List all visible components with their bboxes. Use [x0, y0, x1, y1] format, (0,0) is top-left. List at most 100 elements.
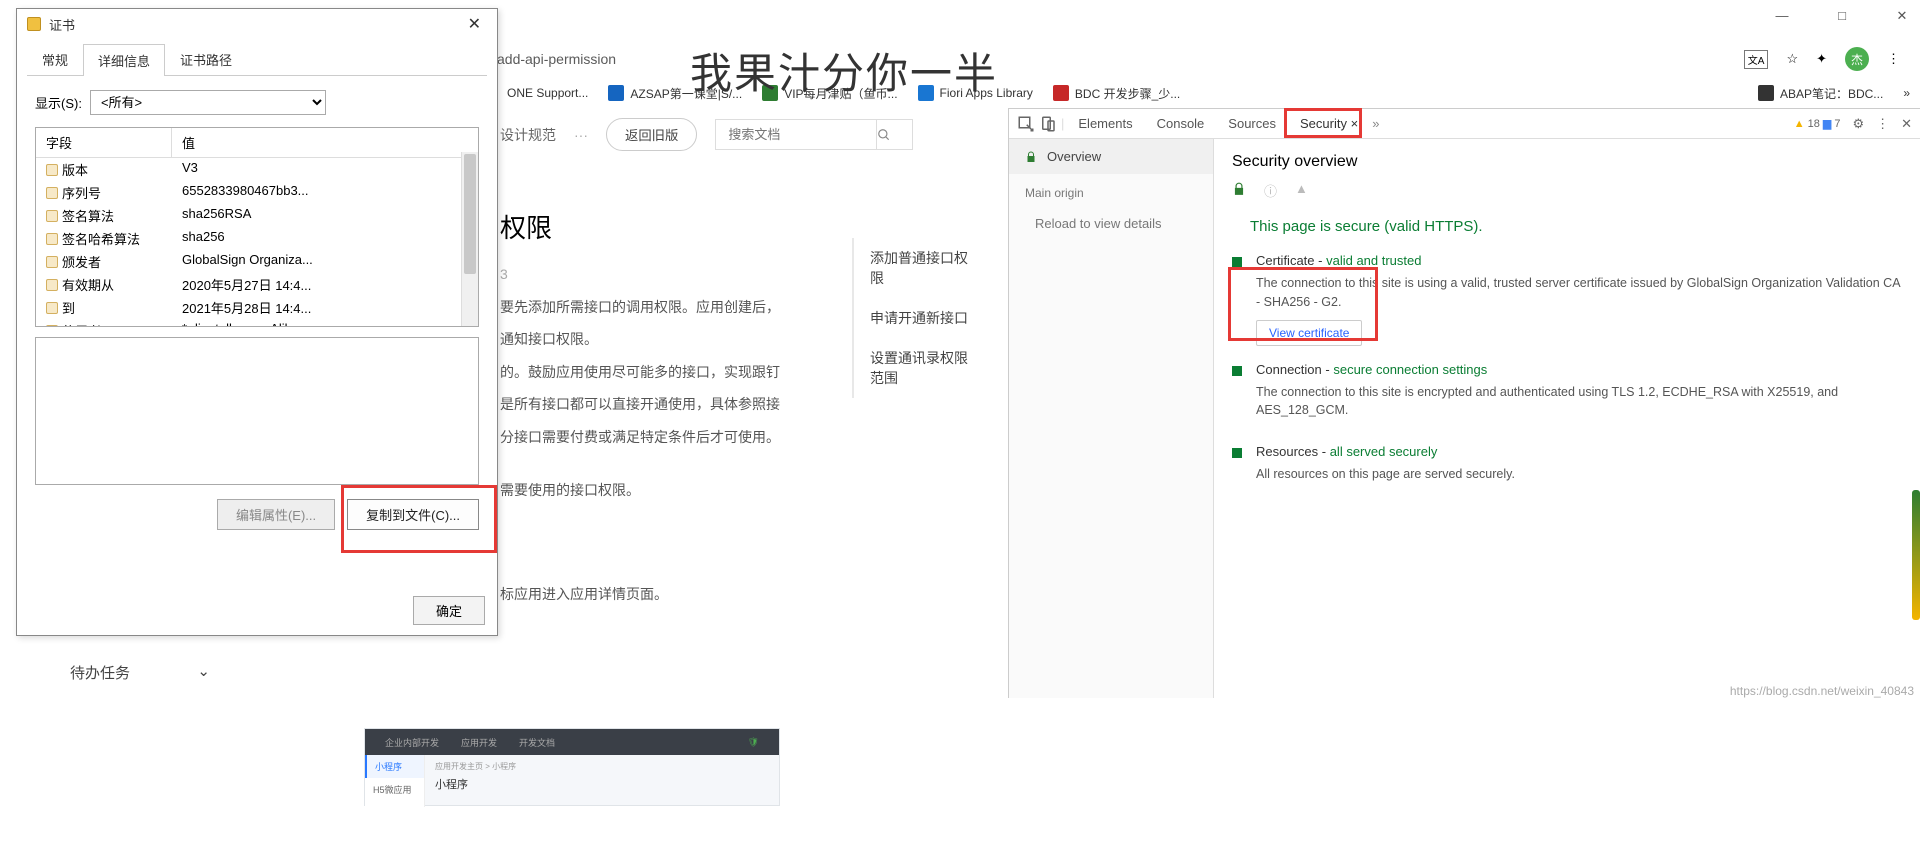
- show-filter-select[interactable]: <所有>: [90, 90, 326, 115]
- bookmark-item[interactable]: ABAP笔记：BDC...: [1758, 85, 1883, 102]
- inspect-icon[interactable]: [1017, 115, 1035, 133]
- field-row[interactable]: 使用者*.dingtalk.com, Alib...: [36, 319, 478, 327]
- extension-icon[interactable]: ✦: [1816, 51, 1827, 67]
- field-icon: [46, 325, 58, 328]
- tab-security[interactable]: Security ×: [1290, 110, 1368, 137]
- status-square-icon: [1232, 366, 1242, 376]
- field-row[interactable]: 签名算法sha256RSA: [36, 204, 478, 227]
- page-sub: 3: [500, 261, 800, 288]
- tab-spec[interactable]: 设计规范: [500, 125, 556, 145]
- toc-item[interactable]: 设置通讯录权限范围: [854, 338, 992, 398]
- tab-details[interactable]: 详细信息: [83, 44, 165, 76]
- para: 分接口需要付费或满足特定条件后才可使用。: [500, 424, 800, 451]
- field-icon: [46, 279, 58, 291]
- field-icon: [46, 256, 58, 268]
- col-value[interactable]: 值: [172, 128, 478, 157]
- edit-properties-button: 编辑属性(E)...: [217, 499, 335, 530]
- dialog-close-button[interactable]: ✕: [462, 14, 487, 34]
- close-icon[interactable]: ✕: [1901, 116, 1912, 132]
- main-origin-header: Main origin: [1009, 174, 1213, 206]
- tab-console[interactable]: Console: [1147, 110, 1215, 137]
- para: 的。鼓励应用使用尽可能多的接口，实现跟钉: [500, 359, 800, 386]
- field-icon: [46, 210, 58, 222]
- search-button[interactable]: [876, 120, 912, 149]
- tab-elements[interactable]: Elements: [1068, 110, 1142, 137]
- field-row[interactable]: 签名哈希算法sha256: [36, 227, 478, 250]
- field-row[interactable]: 序列号6552833980467bb3...: [36, 181, 478, 204]
- field-row[interactable]: 到2021年5月28日 14:4...: [36, 296, 478, 319]
- profile-avatar[interactable]: 杰: [1845, 47, 1869, 71]
- reload-item[interactable]: Reload to view details: [1009, 206, 1213, 241]
- bookmark-item[interactable]: BDC 开发步骤_少...: [1053, 85, 1180, 102]
- res-desc: All resources on this page are served se…: [1256, 465, 1902, 484]
- para: 要先添加所需接口的调用权限。应用创建后，: [500, 294, 800, 321]
- security-overview-item[interactable]: Overview: [1009, 139, 1213, 174]
- back-old-button[interactable]: 返回旧版: [606, 118, 697, 151]
- para: 需要使用的接口权限。: [500, 477, 800, 504]
- field-row[interactable]: 颁发者GlobalSign Organiza...: [36, 250, 478, 273]
- value-detail-box: [35, 337, 479, 485]
- doc-search-input[interactable]: [716, 120, 876, 149]
- para: 是所有接口都可以直接开通使用，具体参照接: [500, 391, 800, 418]
- toc-item[interactable]: 添加普通接口权限: [854, 238, 992, 298]
- toc: 添加普通接口权限 申请开通新接口 设置通讯录权限范围: [852, 238, 992, 398]
- toc-item[interactable]: 申请开通新接口: [854, 298, 992, 338]
- device-icon[interactable]: [1039, 115, 1057, 133]
- secure-status: This page is secure (valid HTTPS).: [1232, 218, 1902, 235]
- bookmarks-overflow-icon[interactable]: »: [1903, 86, 1910, 100]
- window-minimize[interactable]: —: [1772, 8, 1792, 24]
- status-square-icon: [1232, 448, 1242, 458]
- ok-button[interactable]: 确定: [413, 596, 485, 625]
- security-overview-title: Security overview: [1232, 153, 1902, 171]
- tab-close-icon[interactable]: ×: [1351, 116, 1359, 131]
- para: 标应用进入应用详情页面。: [500, 581, 800, 608]
- star-icon[interactable]: ☆: [1786, 51, 1798, 67]
- field-icon: [46, 164, 58, 176]
- embedded-screenshot: 企业内部开发应用开发开发文档 🛡 小程序 H5微应用 应用开发主页 > 小程序 …: [364, 728, 780, 806]
- watermark-text: 我果汁分你一半: [690, 40, 998, 101]
- annotation-box: [1228, 267, 1378, 341]
- field-row[interactable]: 版本V3: [36, 158, 478, 181]
- window-close[interactable]: ✕: [1892, 8, 1912, 24]
- sidebar-task[interactable]: 待办任务 ⌄: [20, 648, 260, 697]
- tab-path[interactable]: 证书路径: [165, 43, 247, 75]
- certificate-icon: [27, 17, 41, 31]
- translate-icon[interactable]: 文A: [1744, 50, 1769, 69]
- devtools-panel: | Elements Console Sources Security × » …: [1008, 108, 1920, 698]
- show-label: 显示(S):: [35, 93, 82, 112]
- window-maximize[interactable]: □: [1832, 8, 1852, 24]
- warning-icon: ▲: [1295, 181, 1308, 200]
- gear-icon[interactable]: ⚙: [1852, 116, 1864, 132]
- scrollbar-indicator: [1912, 490, 1920, 620]
- certificate-dialog: 证书 ✕ 常规 详细信息 证书路径 显示(S): <所有> 字段 值 版本V3序…: [16, 8, 498, 636]
- footer-url: https://blog.csdn.net/weixin_40843: [1730, 684, 1914, 698]
- warnings-badge[interactable]: ▲18 ▆7: [1794, 117, 1841, 130]
- scrollbar[interactable]: [461, 152, 478, 326]
- field-icon: [46, 233, 58, 245]
- lock-icon: [1232, 181, 1246, 200]
- search-icon: [877, 128, 891, 142]
- bookmark-item[interactable]: ONE Support...: [507, 86, 588, 100]
- shield-icon: 🛡: [748, 737, 759, 748]
- kebab-icon[interactable]: ⋮: [1876, 116, 1889, 132]
- dialog-title: 证书: [49, 15, 75, 34]
- lock-icon: [1025, 150, 1037, 164]
- tab-general[interactable]: 常规: [27, 43, 83, 75]
- conn-desc: The connection to this site is encrypted…: [1256, 383, 1902, 421]
- field-icon: [46, 187, 58, 199]
- kebab-icon[interactable]: ⋮: [1887, 51, 1900, 67]
- chevron-down-icon: ⌄: [197, 662, 210, 683]
- fields-table: 字段 值 版本V3序列号6552833980467bb3...签名算法sha25…: [35, 127, 479, 327]
- para: 通知接口权限。: [500, 326, 800, 353]
- tabs-overflow-icon[interactable]: »: [1372, 116, 1379, 131]
- address-path: add-api-permission: [497, 51, 616, 67]
- tab-sources[interactable]: Sources: [1218, 110, 1286, 137]
- status-square-icon: [1232, 257, 1242, 267]
- tab-more[interactable]: ···: [574, 127, 588, 143]
- col-field[interactable]: 字段: [36, 128, 172, 157]
- annotation-box: [341, 485, 497, 553]
- page-heading: 权限: [500, 208, 800, 245]
- info-icon: ⓘ: [1264, 181, 1277, 200]
- field-row[interactable]: 有效期从2020年5月27日 14:4...: [36, 273, 478, 296]
- field-icon: [46, 302, 58, 314]
